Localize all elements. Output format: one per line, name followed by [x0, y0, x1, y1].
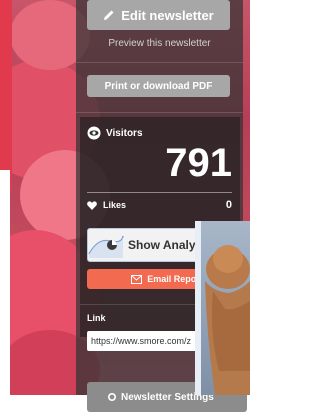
webcam-frame-edge — [195, 221, 201, 395]
edit-newsletter-label: Edit newsletter — [121, 7, 214, 23]
print-download-pdf-button[interactable]: Print or download PDF — [87, 75, 230, 97]
pencil-icon — [104, 10, 114, 20]
likes-heading: Likes — [87, 200, 126, 210]
background-edge — [0, 0, 12, 190]
person-video — [205, 245, 250, 395]
edit-newsletter-button[interactable]: Edit newsletter — [87, 0, 230, 30]
visitors-label: Visitors — [106, 127, 143, 139]
likes-count: 0 — [225, 199, 232, 211]
heart-icon — [87, 200, 97, 210]
analytics-chart-icon — [88, 235, 124, 258]
gear-icon — [107, 392, 117, 402]
panel-divider — [76, 112, 243, 113]
likes-label: Likes — [103, 200, 127, 210]
stats-divider — [87, 192, 232, 193]
visitors-count: 791 — [165, 141, 232, 185]
panel-divider — [76, 62, 243, 63]
link-heading: Link — [87, 313, 106, 323]
preview-newsletter-link[interactable]: Preview this newsletter — [76, 38, 243, 49]
envelope-icon — [131, 274, 143, 284]
visitors-heading: Visitors — [87, 126, 143, 140]
webcam-overlay — [195, 221, 250, 395]
background-edge-light — [0, 170, 10, 395]
eye-icon — [87, 126, 101, 140]
